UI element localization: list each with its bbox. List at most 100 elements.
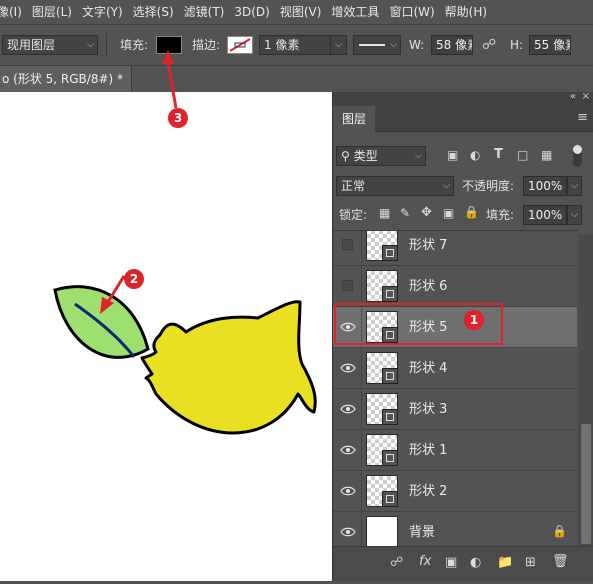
annotation-badge-2: 2 (124, 269, 144, 289)
lock-image-icon[interactable]: ✎ (400, 206, 410, 220)
document-tab[interactable]: o (形状 5, RGB/8#) * × (0, 66, 132, 92)
scrollbar-thumb[interactable] (581, 424, 591, 544)
layer-row[interactable]: 形状 3 (333, 389, 577, 430)
leaf-shape (53, 285, 150, 359)
height-label: H: (510, 38, 524, 52)
layer-thumbnail (366, 475, 398, 507)
new-layer-icon[interactable]: ⊞ (525, 555, 536, 570)
eye-icon[interactable] (340, 404, 356, 414)
menu-plugins[interactable]: 增效工具 (326, 0, 384, 24)
canvas[interactable]: 2 (0, 92, 332, 581)
filter-kind-dropdown[interactable]: ⚲ 类型 ⌵ (336, 146, 426, 166)
menu-bar: 像(I) 图层(L) 文字(Y) 选择(S) 滤镜(T) 3D(D) 视图(V)… (0, 0, 593, 24)
sample-dropdown[interactable]: 现用图层 ⌵ (2, 35, 98, 55)
trash-icon[interactable]: 🗑 (552, 554, 569, 569)
type-filter-icon[interactable]: T (494, 147, 503, 162)
chevron-down-icon: ⌵ (87, 40, 94, 50)
panel-bottom-bar: ☍ fx ▣ ◐ 📁 ⊞ 🗑 (333, 546, 593, 581)
stroke-label: 描边: (192, 38, 221, 52)
visibility-off-box[interactable] (342, 239, 353, 250)
sample-value: 现用图层 (7, 38, 56, 52)
fill-dropdown[interactable]: ⌵ (567, 205, 582, 225)
annotation-arrow-3 (162, 50, 178, 109)
layer-name: 形状 7 (409, 238, 448, 253)
layer-name: 形状 4 (409, 361, 448, 376)
filter-kind-value: 类型 (353, 149, 378, 163)
width-field[interactable]: 58 像素 (431, 35, 473, 55)
eye-icon[interactable] (340, 363, 356, 373)
tab-layers[interactable]: 图层 (333, 106, 375, 132)
link-layers-icon[interactable]: ☍ (390, 555, 403, 570)
layer-thumbnail (366, 393, 398, 425)
vector-mask-icon (382, 245, 398, 261)
layer-name: 形状 6 (409, 279, 448, 294)
lock-transparent-icon[interactable]: ▦ (379, 206, 390, 220)
layer-row[interactable]: 形状 1 (333, 430, 577, 471)
layer-list: 形状 7 形状 6 形状 5 形状 4 形状 3 形状 1 形状 2 背景 🔒 (333, 230, 578, 546)
vector-mask-icon (382, 450, 398, 466)
shape-filter-icon[interactable]: □ (517, 148, 528, 162)
vector-mask-icon (382, 409, 398, 425)
eye-icon[interactable] (340, 445, 356, 455)
layer-row[interactable]: 形状 2 (333, 471, 577, 512)
search-icon: ⚲ (341, 149, 350, 163)
add-mask-icon[interactable]: ▣ (445, 555, 457, 570)
menu-3d[interactable]: 3D(D) (229, 0, 274, 24)
adjustment-layer-icon[interactable]: ◐ (470, 555, 481, 570)
filter-toggle[interactable] (573, 145, 582, 167)
image-filter-icon[interactable]: ▣ (447, 148, 458, 162)
eye-icon[interactable] (340, 527, 356, 537)
menu-help[interactable]: 帮助(H) (440, 0, 492, 24)
scrollbar[interactable] (578, 234, 593, 546)
chevron-down-icon: ⌵ (390, 40, 397, 50)
lock-label: 锁定: (339, 208, 368, 222)
layer-name: 背景 (409, 525, 436, 540)
lock-artboard-icon[interactable]: ▣ (443, 206, 454, 220)
stroke-type-dropdown[interactable]: ⌵ (353, 35, 401, 55)
link-icon[interactable]: ☍ (482, 35, 496, 55)
opacity-dropdown[interactable]: ⌵ (567, 176, 582, 196)
opacity-field[interactable]: 100% (523, 176, 567, 196)
menu-select[interactable]: 选择(S) (128, 0, 179, 24)
stroke-width-dropdown[interactable]: ⌵ (330, 35, 347, 55)
options-bar: 现用图层 ⌵ 填充: 描边: 1 像素 ⌵ ⌵ W: 58 像素 ☍ H: 55… (0, 24, 593, 66)
layer-thumbnail (366, 352, 398, 384)
chevron-down-icon: ⌵ (571, 181, 578, 191)
height-value: 55 像素 (534, 38, 570, 52)
menu-window[interactable]: 窗口(W) (384, 0, 439, 24)
lock-position-icon[interactable]: ✥ (421, 205, 432, 220)
layer-row[interactable]: 形状 7 (333, 231, 577, 266)
menu-type[interactable]: 文字(Y) (77, 0, 128, 24)
vector-mask-icon (382, 491, 398, 507)
blend-mode-dropdown[interactable]: 正常 ⌵ (336, 176, 454, 196)
width-label: W: (409, 38, 425, 52)
chevron-down-icon: ⌵ (415, 151, 422, 161)
layer-row[interactable]: 形状 6 (333, 266, 577, 307)
menu-view[interactable]: 视图(V) (275, 0, 327, 24)
lock-all-icon[interactable]: 🔒 (464, 205, 479, 219)
eye-icon[interactable] (340, 486, 356, 496)
layers-panel: « × 图层 ≡ ⚲ 类型 ⌵ ▣ ◐ T □ ▦ 正常 ⌵ 不透明度: 100… (332, 91, 593, 581)
close-panel-icon[interactable]: × (582, 91, 590, 102)
menu-layer[interactable]: 图层(L) (27, 0, 77, 24)
height-field[interactable]: 55 像素 (529, 35, 571, 55)
layer-row[interactable]: 形状 4 (333, 348, 577, 389)
background-thumbnail (366, 516, 398, 546)
menu-filter[interactable]: 滤镜(T) (179, 0, 230, 24)
width-value: 58 像素 (436, 38, 472, 52)
smart-object-filter-icon[interactable]: ▦ (541, 148, 552, 162)
fill-field[interactable]: 100% (523, 205, 567, 225)
menu-image[interactable]: 像(I) (0, 0, 27, 24)
layer-row-background[interactable]: 背景 🔒 (333, 512, 577, 546)
layer-name: 形状 2 (409, 484, 448, 499)
panel-menu-icon[interactable]: ≡ (577, 110, 588, 125)
fx-icon[interactable]: fx (419, 554, 431, 569)
visibility-off-box[interactable] (342, 280, 353, 291)
stroke-color-swatch[interactable] (227, 36, 253, 54)
adjustment-filter-icon[interactable]: ◐ (470, 148, 480, 162)
lemon-shape (140, 300, 317, 435)
folder-icon[interactable]: 📁 (497, 555, 513, 570)
annotation-badge-3: 3 (168, 108, 188, 128)
collapse-icon[interactable]: « (570, 91, 576, 102)
layer-thumbnail (366, 231, 398, 261)
